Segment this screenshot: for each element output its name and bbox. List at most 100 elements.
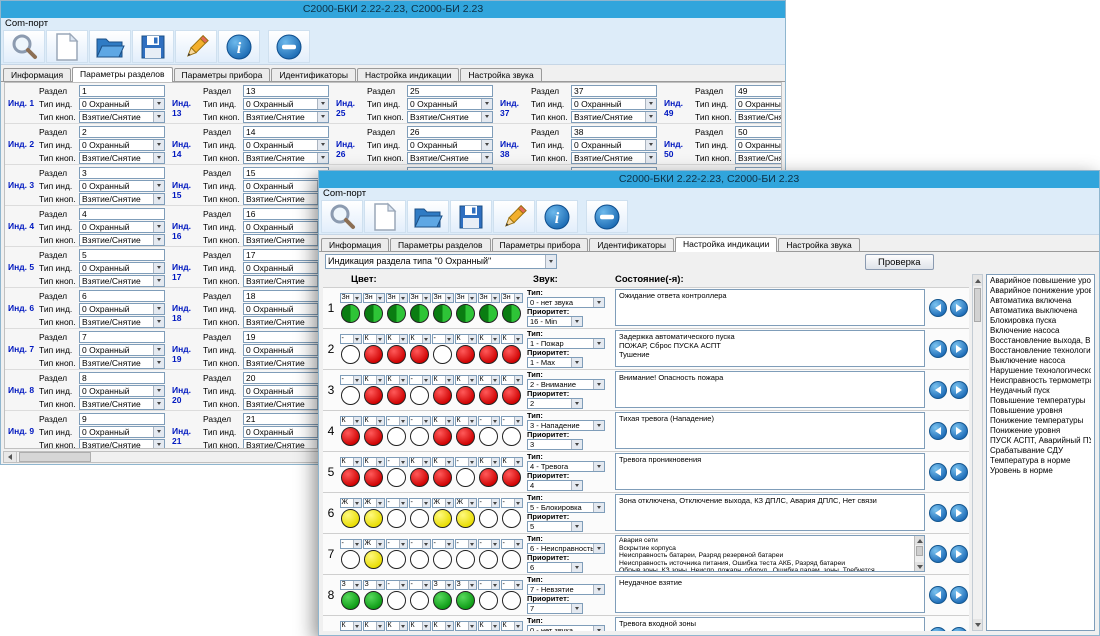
led-mode-select[interactable]: - [455, 457, 477, 467]
led-mode-select[interactable]: З [432, 580, 454, 590]
section-number-input[interactable] [571, 85, 657, 97]
led-mode-select[interactable]: - [409, 498, 431, 508]
button-type-select[interactable]: Взятие/Снятие [79, 111, 165, 123]
priority-select[interactable]: 2 [527, 398, 583, 409]
led-mode-select[interactable]: Ж [363, 539, 385, 549]
button-type-select[interactable]: Взятие/Снятие [79, 398, 165, 410]
led-mode-select[interactable]: К [478, 334, 500, 344]
indicator-type-select[interactable]: 0 Охранный [571, 139, 657, 151]
exit-button[interactable] [586, 200, 628, 233]
add-state-button[interactable] [929, 586, 947, 604]
button-type-select[interactable]: Взятие/Снятие [735, 111, 782, 123]
save-button[interactable] [450, 200, 492, 233]
indicator-type-select[interactable]: 0 Охранный [243, 344, 329, 356]
priority-select[interactable]: 4 [527, 480, 583, 491]
indicator-type-select[interactable]: 0 Охранный [79, 139, 165, 151]
led-mode-select[interactable]: К [455, 621, 477, 631]
states-list-item[interactable]: Восстановление выхода, Выход подключен [990, 336, 1091, 346]
states-list-item[interactable]: Автоматика включена [990, 296, 1091, 306]
indicator-type-select[interactable]: 0 Охранный [243, 98, 329, 110]
state-text-box[interactable]: Тревога проникновения [615, 453, 925, 490]
led-mode-select[interactable]: К [455, 375, 477, 385]
led-mode-select[interactable]: - [409, 416, 431, 426]
led-mode-select[interactable]: К [501, 457, 523, 467]
led-mode-select[interactable]: К [386, 621, 408, 631]
led-mode-select[interactable]: К [432, 375, 454, 385]
led-mode-select[interactable]: - [432, 334, 454, 344]
section-number-input[interactable] [79, 372, 165, 384]
led-mode-select[interactable]: К [409, 334, 431, 344]
states-list-item[interactable]: Автоматика выключена [990, 306, 1091, 316]
section-number-input[interactable] [407, 85, 493, 97]
add-state-button[interactable] [929, 340, 947, 358]
section-number-input[interactable] [79, 290, 165, 302]
priority-select[interactable]: 16 - Min [527, 316, 583, 327]
section-number-input[interactable] [79, 249, 165, 261]
remove-state-button[interactable] [950, 299, 968, 317]
led-mode-select[interactable]: - [386, 539, 408, 549]
led-mode-select[interactable]: К [363, 457, 385, 467]
led-mode-select[interactable]: К [386, 375, 408, 385]
priority-select[interactable]: 5 [527, 521, 583, 532]
tab-identifiers[interactable]: Идентификаторы [589, 238, 674, 251]
states-list-item[interactable]: Включение насоса [990, 326, 1091, 336]
tab-section-params[interactable]: Параметры разделов [72, 67, 172, 82]
led-mode-select[interactable]: Зн [386, 293, 408, 303]
led-mode-select[interactable]: - [409, 375, 431, 385]
led-mode-select[interactable]: К [432, 457, 454, 467]
states-list-item[interactable]: Блокировка пуска [990, 316, 1091, 326]
states-list-item[interactable]: Повышение уровня [990, 406, 1091, 416]
led-mode-select[interactable]: Зн [432, 293, 454, 303]
state-text-box[interactable]: Задержка автоматического пуска ПОЖАР, Сб… [615, 330, 925, 367]
section-number-input[interactable] [79, 208, 165, 220]
vertical-scrollbar[interactable] [972, 274, 983, 631]
led-mode-select[interactable]: К [340, 457, 362, 467]
led-mode-select[interactable]: - [478, 416, 500, 426]
button-type-select[interactable]: Взятие/Снятие [571, 111, 657, 123]
state-text-box[interactable]: Ожидание ответа контроллера [615, 289, 925, 326]
scroll-left-button[interactable] [4, 452, 17, 462]
led-mode-select[interactable]: - [478, 580, 500, 590]
scroll-down-button[interactable] [973, 619, 982, 630]
add-state-button[interactable] [929, 299, 947, 317]
states-list-item[interactable]: Аварийное понижение уровня [990, 286, 1091, 296]
indicator-type-select[interactable]: 0 Охранный [79, 385, 165, 397]
add-state-button[interactable] [929, 381, 947, 399]
led-mode-select[interactable]: Зн [501, 293, 523, 303]
button-type-select[interactable]: Взятие/Снятие [79, 234, 165, 246]
states-list-item[interactable]: Температура в норме [990, 456, 1091, 466]
led-mode-select[interactable]: К [363, 416, 385, 426]
states-list-item[interactable]: Неудачный пуск [990, 386, 1091, 396]
button-type-select[interactable]: Взятие/Снятие [79, 357, 165, 369]
led-mode-select[interactable]: Ж [432, 498, 454, 508]
indicator-type-select[interactable]: 0 Охранный [243, 221, 329, 233]
state-text-box[interactable]: Тревога входной зоны [615, 617, 925, 631]
section-number-input[interactable] [79, 413, 165, 425]
indicator-type-select[interactable]: 0 Охранный [407, 139, 493, 151]
led-mode-select[interactable]: - [432, 539, 454, 549]
remove-state-button[interactable] [950, 627, 968, 631]
states-list-item[interactable]: Повышение температуры [990, 396, 1091, 406]
section-number-input[interactable] [243, 372, 329, 384]
state-box-scrollbar[interactable] [914, 536, 924, 571]
button-type-select[interactable]: Взятие/Снятие [79, 439, 165, 450]
indicator-type-select[interactable]: 0 Охранный [735, 139, 782, 151]
led-mode-select[interactable]: - [501, 539, 523, 549]
new-file-button[interactable] [364, 200, 406, 233]
led-mode-select[interactable]: - [478, 539, 500, 549]
states-list-item[interactable]: Неисправность термометра [990, 376, 1091, 386]
section-number-input[interactable] [243, 208, 329, 220]
state-text-box[interactable]: Неудачное взятие [615, 576, 925, 613]
led-mode-select[interactable]: З [363, 580, 385, 590]
open-button[interactable] [407, 200, 449, 233]
state-text-box[interactable]: Авария сети Вскрытие корпуса Неисправнос… [615, 535, 925, 572]
tab-section-params[interactable]: Параметры разделов [390, 238, 490, 251]
section-number-input[interactable] [243, 290, 329, 302]
check-button[interactable]: Проверка [865, 254, 934, 270]
states-list-item[interactable]: Нарушение технологической зоны [990, 366, 1091, 376]
led-mode-select[interactable]: - [478, 498, 500, 508]
led-mode-select[interactable]: Зн [340, 293, 362, 303]
states-list-item[interactable]: Выключение насоса [990, 356, 1091, 366]
button-type-select[interactable]: Взятие/Снятие [243, 398, 329, 410]
button-type-select[interactable]: Взятие/Снятие [243, 275, 329, 287]
